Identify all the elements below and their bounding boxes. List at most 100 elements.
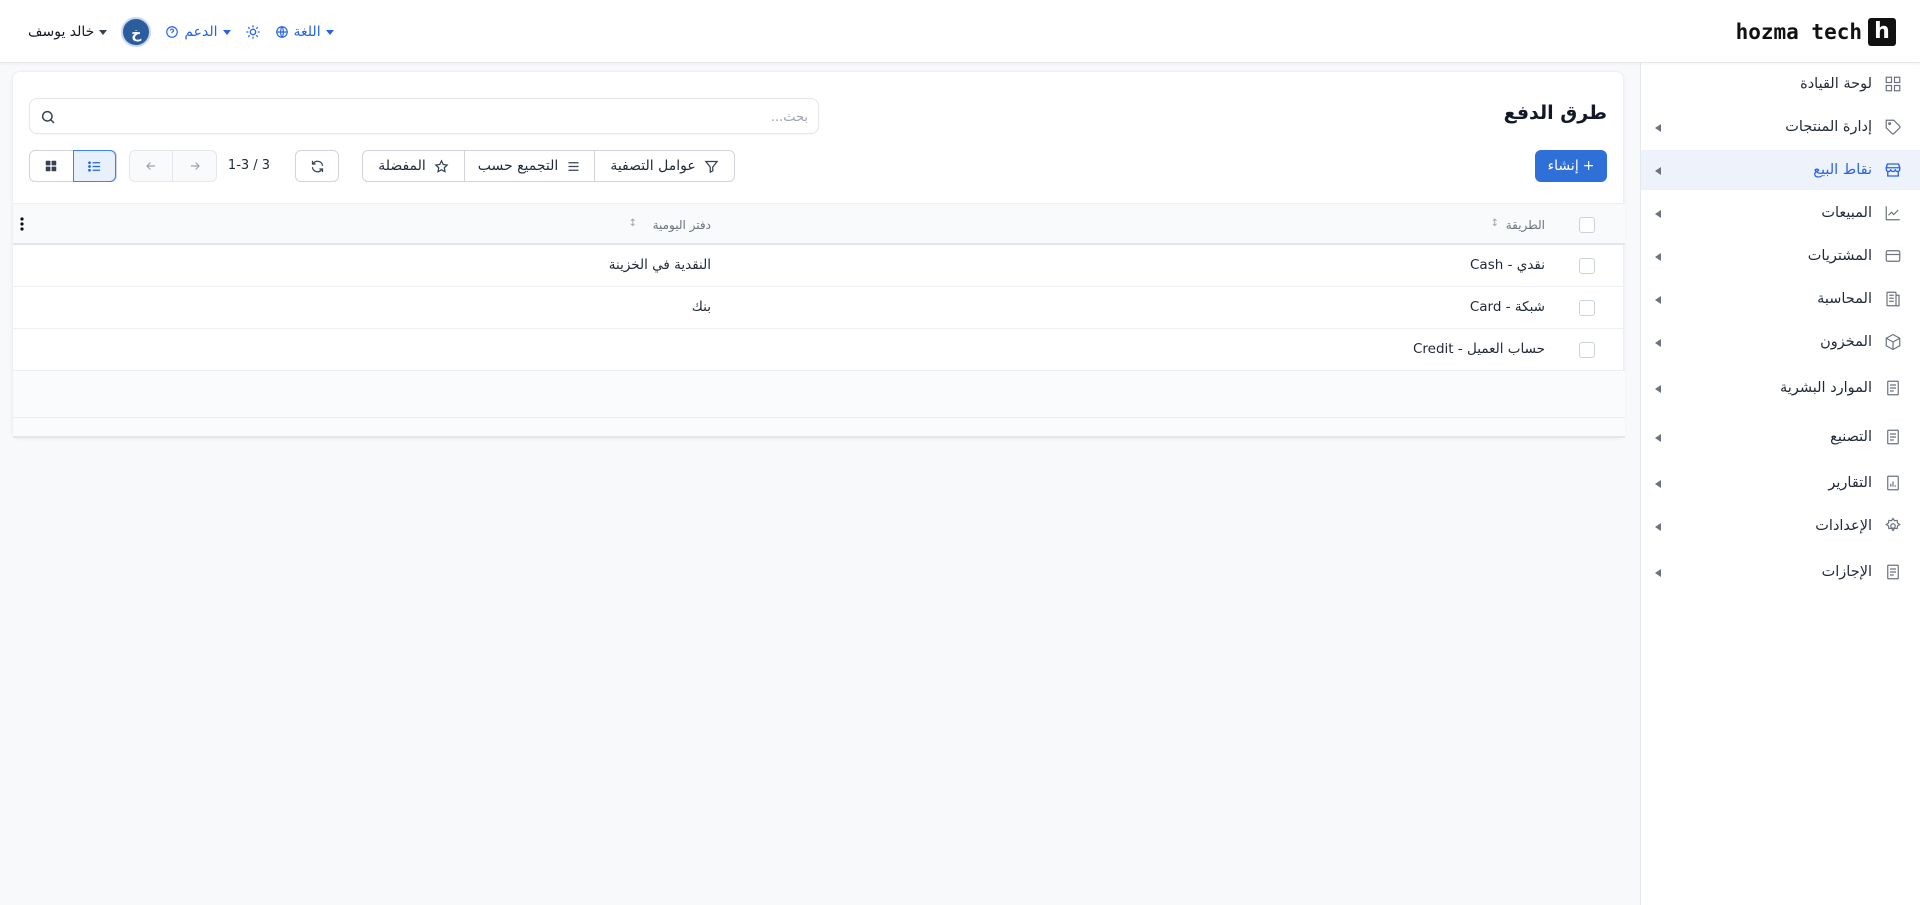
document-icon [1887,429,1899,445]
main-panel: طرق الدفع + إنشاء عوامل التصفية التجميع … [12,71,1625,438]
filters-label: عوامل التصفية [610,158,696,174]
user-menu[interactable]: خالد يوسف [28,24,108,40]
cell-method: نقدي - Cash [1470,257,1545,273]
chevron-down-icon [325,29,334,35]
pager-value[interactable]: 1-3 / 3 [225,158,273,173]
box-icon [1885,333,1901,351]
column-header-journal[interactable]: دفتر اليومية [653,218,711,232]
theme-toggle[interactable] [245,24,261,40]
plus-icon: + [1582,158,1595,174]
sidebar-item-label: المحاسبة [1817,291,1872,307]
pager-next-button[interactable] [173,151,216,181]
header-actions: اللغة الدعم خ خالد يوسف [28,15,334,49]
table-row[interactable]: شبكة - Card بنك [13,287,1625,329]
table-row[interactable]: نقدي - Cash النقدية في الخزينة [13,245,1625,287]
cell-method: حساب العميل - Credit [1412,341,1545,357]
help-circle-icon [166,26,179,38]
sidebar-item-label: إدارة المنتجات [1785,119,1872,135]
row-checkbox[interactable] [1579,258,1595,274]
sun-icon [245,25,260,39]
chart-line-icon [1885,206,1900,221]
sidebar-item-purchases[interactable]: المشتريات [1641,236,1920,276]
caret-left-icon [1655,385,1661,393]
cell-journal: النقدية في الخزينة [608,257,711,273]
create-button-label: إنشاء [1547,158,1579,174]
sidebar-item-label: المخزون [1820,334,1872,350]
search-icon[interactable] [40,109,56,125]
favorites-button[interactable]: المفضلة [363,151,464,181]
sort-icon[interactable]: ↕ [1491,218,1499,229]
store-icon [1885,163,1901,177]
sidebar-item-label: التقارير [1828,475,1872,491]
sidebar-item-hr[interactable]: الموارد البشرية [1641,368,1920,408]
document-icon [1887,564,1899,580]
favorites-label: المفضلة [378,158,426,174]
sidebar-item-pos[interactable]: نقاط البيع [1641,150,1920,190]
sidebar-item-leaves[interactable]: الإجازات [1641,552,1920,592]
caret-left-icon [1655,210,1661,218]
ledger-icon [1886,291,1900,307]
brand-logo[interactable]: h hozma tech [1736,18,1896,46]
sidebar-item-sales[interactable]: المبيعات [1641,193,1920,233]
caret-left-icon [1655,523,1661,531]
sidebar-item-dashboard[interactable]: لوحة القيادة [1641,64,1920,104]
support-label: الدعم [184,24,218,40]
language-label: اللغة [293,24,321,40]
select-all-checkbox[interactable] [1579,217,1595,233]
table-empty-row [13,371,1625,418]
arrow-left-icon [146,162,156,170]
list-view-button[interactable] [72,150,116,182]
table-row[interactable]: حساب العميل - Credit [13,329,1625,371]
search-options-group: عوامل التصفية التجميع حسب المفضلة [362,150,735,182]
avatar[interactable]: خ [121,17,152,47]
caret-left-icon [1655,434,1661,442]
language-menu[interactable]: اللغة [275,24,334,40]
pager-previous-button[interactable] [130,151,174,181]
search-input[interactable] [78,105,808,129]
caret-left-icon [1655,253,1661,261]
kanban-view-button[interactable] [30,151,73,181]
cell-method: شبكة - Card [1469,299,1545,315]
sidebar-item-label: نقاط البيع [1813,162,1872,178]
data-table: الطريقة ↕ دفتر اليومية ↕ نقدي - Cash الن… [13,203,1625,438]
sidebar-item-label: لوحة القيادة [1800,76,1872,92]
caret-left-icon [1655,167,1661,175]
create-button[interactable]: + إنشاء [1535,150,1607,182]
sidebar-item-products[interactable]: إدارة المنتجات [1641,107,1920,147]
user-name: خالد يوسف [28,24,95,40]
row-checkbox[interactable] [1579,342,1595,358]
column-header-method[interactable]: الطريقة [1506,218,1545,232]
page-title: طرق الدفع [1503,102,1607,124]
arrow-right-icon [190,162,200,170]
sidebar-item-inventory[interactable]: المخزون [1641,322,1920,362]
sidebar-item-accounting[interactable]: المحاسبة [1641,279,1920,319]
row-checkbox[interactable] [1579,300,1595,316]
group-by-button[interactable]: التجميع حسب [464,151,594,181]
sidebar-item-reports[interactable]: التقارير [1641,463,1920,503]
sidebar-item-label: الإعدادات [1815,518,1872,534]
filter-icon [704,160,719,173]
refresh-button[interactable] [295,150,339,182]
sidebar: لوحة القيادة إدارة المنتجات نقاط البيع ا… [1640,63,1920,905]
caret-left-icon [1655,339,1661,347]
list-lines-icon [568,161,579,171]
chevron-down-icon [222,29,231,35]
sidebar-item-manufacturing[interactable]: التصنيع [1641,417,1920,457]
refresh-icon [311,160,323,172]
brand-name: hozma tech [1735,20,1862,44]
column-options-icon[interactable] [19,216,25,232]
sidebar-item-settings[interactable]: الإعدادات [1641,506,1920,546]
cell-journal: بنك [691,299,711,315]
wallet-icon [1885,250,1901,262]
support-menu[interactable]: الدعم [165,24,231,40]
search-box [29,98,819,134]
globe-icon [275,26,288,38]
star-icon [434,158,449,173]
sidebar-item-label: الموارد البشرية [1780,380,1872,396]
caret-left-icon [1655,296,1661,304]
sidebar-item-label: التصنيع [1830,429,1872,445]
sort-icon[interactable]: ↕ [629,218,637,229]
sidebar-item-label: المبيعات [1821,205,1872,221]
filters-button[interactable]: عوامل التصفية [594,151,734,181]
caret-left-icon [1655,480,1661,488]
